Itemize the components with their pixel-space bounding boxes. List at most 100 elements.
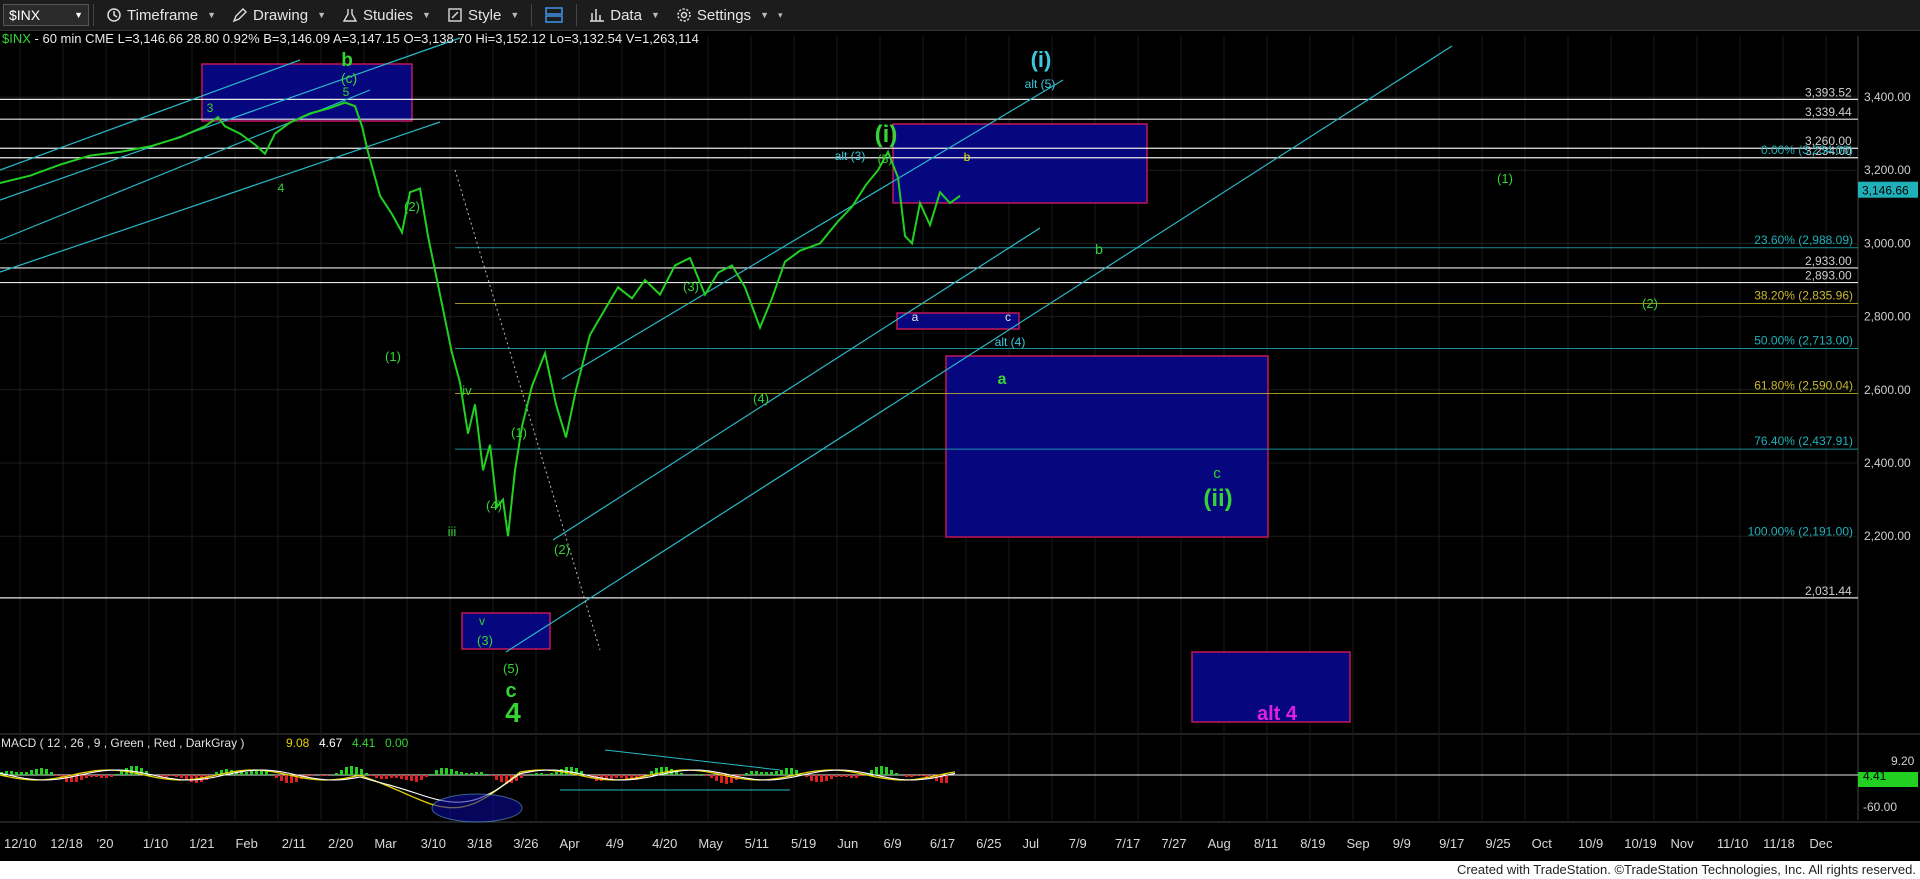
macd-histogram-bar xyxy=(885,767,888,775)
macd-histogram-bar xyxy=(445,768,448,775)
wave-label: (4) xyxy=(753,391,769,406)
macd-histogram-bar xyxy=(745,773,748,775)
time-axis-label: 8/19 xyxy=(1300,836,1325,851)
wave-label: b xyxy=(341,50,353,71)
macd-histogram-bar xyxy=(280,775,283,781)
macd-histogram-bar xyxy=(80,775,83,780)
time-axis-label: Mar xyxy=(374,836,397,851)
time-axis-label: Oct xyxy=(1532,836,1553,851)
macd-histogram-bar xyxy=(180,775,183,778)
price-axis-tick: 2,200.00 xyxy=(1864,529,1911,543)
quote-values: - 60 min CME L=3,146.66 28.80 0.92% B=3,… xyxy=(30,31,699,46)
fib-level-label: 23.60% (2,988.09) xyxy=(1754,233,1853,247)
macd-histogram-bar xyxy=(350,766,353,775)
price-axis-tick: 2,800.00 xyxy=(1864,310,1911,324)
macd-histogram-bar xyxy=(85,775,88,778)
macd-histogram-bar xyxy=(465,773,468,775)
macd-histogram-bar xyxy=(495,775,498,780)
wave-label: v xyxy=(479,614,485,628)
macd-histogram-bar xyxy=(395,775,398,778)
macd-histogram-bar xyxy=(365,773,368,775)
quote-line: $INX - 60 min CME L=3,146.66 28.80 0.92%… xyxy=(2,31,699,46)
macd-histogram-bar xyxy=(760,772,763,775)
macd-histogram-bar xyxy=(10,771,13,775)
macd-histogram-bar xyxy=(110,775,113,777)
macd-histogram-bar xyxy=(50,772,53,775)
macd-histogram-bar xyxy=(375,775,378,778)
price-axis-tick: 3,200.00 xyxy=(1864,163,1911,177)
macd-histogram-bar xyxy=(860,775,863,776)
macd-histogram-bar xyxy=(360,769,363,775)
macd-histogram-bar xyxy=(810,775,813,781)
macd-histogram-bar xyxy=(925,775,928,777)
macd-histogram-bar xyxy=(490,775,493,776)
wave-label: (1) xyxy=(1497,171,1513,186)
macd-histogram-bar xyxy=(275,775,278,778)
price-level-label: 3,393.52 xyxy=(1805,85,1852,99)
macd-histogram-bar xyxy=(615,775,618,778)
wave-label: iv xyxy=(462,383,472,398)
macd-histogram-bar xyxy=(435,770,438,775)
price-chart[interactable]: 3,400.00 3,200.00 3,000.00 2,800.00 2,600.00… xyxy=(0,0,1920,861)
macd-histogram-bar xyxy=(545,774,548,775)
macd-histogram-bar xyxy=(30,770,33,775)
macd-histogram-bar xyxy=(165,775,168,777)
macd-histogram-bar xyxy=(425,775,428,777)
time-axis-label: May xyxy=(698,836,723,851)
time-axis-label: 9/25 xyxy=(1485,836,1510,851)
time-axis-label: 2/20 xyxy=(328,836,353,851)
wave-label: (5) xyxy=(503,661,519,676)
time-axis-label: 7/9 xyxy=(1069,836,1087,851)
wave-label: 4 xyxy=(278,181,285,195)
wave-label: 3 xyxy=(207,101,214,115)
price-level-label: 3,339.44 xyxy=(1805,105,1852,119)
macd-histogram-bar xyxy=(770,772,773,775)
macd-histogram-bar xyxy=(400,775,403,779)
time-axis-label: 5/11 xyxy=(745,836,769,851)
macd-histogram-bar xyxy=(700,774,703,775)
wave-label: c xyxy=(1005,310,1011,324)
macd-histogram-bar xyxy=(540,773,543,775)
wave-label: (1) xyxy=(385,349,401,364)
price-axis-tick: 3,400.00 xyxy=(1864,90,1911,104)
wave-label: (5) xyxy=(878,152,893,166)
dotted-trend-line xyxy=(454,169,601,651)
macd-histogram-bar xyxy=(320,775,323,776)
macd-histogram-bar xyxy=(895,773,898,775)
macd-histogram-bar xyxy=(855,775,858,778)
macd-histogram-bar xyxy=(535,773,538,775)
macd-histogram-bar xyxy=(345,767,348,775)
macd-histogram-bar xyxy=(170,775,173,776)
time-axis-label: '20 xyxy=(97,836,114,851)
wave-label: alt (3) xyxy=(835,149,866,163)
macd-histogram-bar xyxy=(310,775,313,776)
macd-histogram-bar xyxy=(845,775,848,777)
macd-histogram-bar xyxy=(755,771,758,775)
macd-histogram-bar xyxy=(695,774,698,775)
macd-trend-line xyxy=(604,749,781,771)
macd-histogram-bar xyxy=(405,775,408,780)
copyright-text: Created with TradeStation. ©TradeStation… xyxy=(1456,862,1916,877)
macd-axis-tick: -60.00 xyxy=(1863,800,1897,814)
time-axis-label: Nov xyxy=(1671,836,1695,851)
price-level-label: 2,893.00 xyxy=(1805,269,1852,283)
macd-histogram-bar xyxy=(55,775,58,776)
macd-histogram-bar xyxy=(625,775,628,779)
price-axis-tick: 2,600.00 xyxy=(1864,383,1911,397)
macd-histogram-bar xyxy=(710,775,713,778)
time-axis-label: 11/10 xyxy=(1717,836,1749,851)
time-axis-label: 10/19 xyxy=(1624,836,1657,851)
macd-histogram-bar xyxy=(825,775,828,781)
macd-histogram-bar xyxy=(750,771,753,775)
wave-label: iii xyxy=(448,524,457,539)
macd-histogram-bar xyxy=(850,775,853,778)
time-axis-label: 9/9 xyxy=(1393,836,1411,851)
macd-histogram-bar xyxy=(100,775,103,778)
wave-label: b xyxy=(1095,241,1103,257)
macd-histogram-bar xyxy=(880,766,883,775)
macd-histogram-bar xyxy=(95,775,98,777)
wave-label: 4 xyxy=(505,697,521,728)
time-axis-label: 3/26 xyxy=(513,836,538,851)
macd-histogram-bar xyxy=(875,767,878,775)
macd-histogram-bar xyxy=(840,775,843,777)
